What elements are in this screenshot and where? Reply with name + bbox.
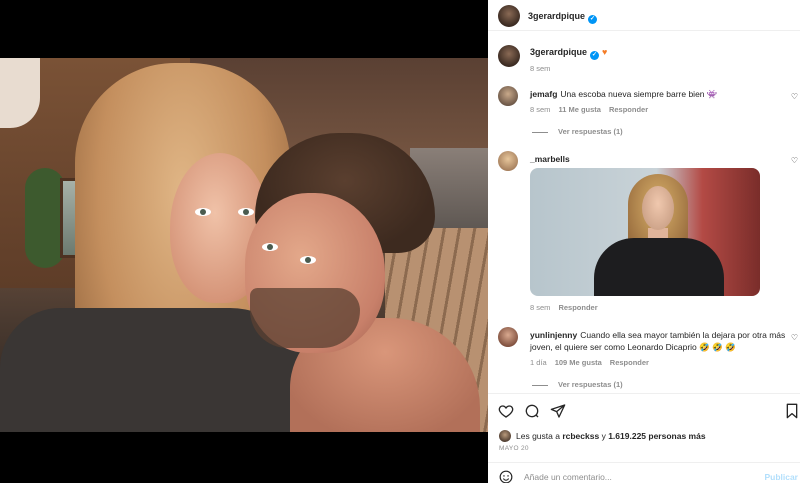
photo-eye (262, 243, 278, 251)
comment-text: jemafg Una escoba nueva siempre barre bie… (530, 88, 780, 100)
view-replies-button[interactable]: Ver respuestas (1) (532, 127, 623, 136)
view-replies-button[interactable]: Ver respuestas (1) (532, 380, 623, 389)
heart-icon[interactable]: ♡ (791, 333, 798, 342)
comment-likes[interactable]: 109 Me gusta (555, 358, 602, 367)
caption-time: 8 sem (530, 64, 551, 73)
comment-meta: 8 sem 11 Me gusta Responder (530, 105, 648, 114)
reply-button[interactable]: Responder (609, 105, 648, 114)
gif-face (642, 186, 674, 230)
post-date: MAYO 20 (499, 445, 529, 452)
gif-body (594, 238, 724, 296)
avatar[interactable] (498, 45, 520, 67)
comment-time: 8 sem (530, 303, 551, 312)
comment-meta: 8 sem Responder (530, 303, 598, 312)
photo-plants (25, 168, 65, 268)
post-panel: 3gerardpique ✓ 3gerardpique ✓ ♥ 8 sem jemaf… (488, 0, 800, 483)
comment-username[interactable]: yunlinjenny (530, 330, 577, 340)
comment-likes[interactable]: 11 Me gusta (558, 105, 601, 114)
comment-username[interactable]: jemafg (530, 89, 557, 99)
add-comment-bar: Añade un comentario... Publicar (488, 462, 800, 483)
comment-meta: 1 día 109 Me gusta Responder (530, 358, 649, 367)
comment-username[interactable]: _marbells (530, 154, 570, 164)
avatar[interactable] (498, 5, 520, 27)
post-photo[interactable] (0, 58, 488, 432)
bookmark-icon[interactable] (784, 403, 800, 419)
post-media (0, 0, 488, 483)
username[interactable]: 3gerardpique (528, 11, 585, 21)
caption-author[interactable]: 3gerardpique ✓ ♥ (530, 47, 607, 60)
photo-eye (195, 208, 211, 216)
photo-eye (300, 256, 316, 264)
photo-man-beard (250, 288, 360, 348)
verified-icon: ✓ (588, 15, 598, 24)
post-header: 3gerardpique ✓ (488, 0, 800, 31)
comment-text: _marbells (530, 153, 573, 165)
post-author[interactable]: 3gerardpique ✓ (528, 11, 598, 24)
likes-user[interactable]: rcbeckss (562, 431, 599, 441)
share-icon[interactable] (550, 403, 566, 419)
comment-body: Una escoba nueva siempre barre bien 👾 (560, 89, 718, 99)
like-icon[interactable] (498, 403, 514, 419)
orange-heart-icon: ♥ (602, 47, 608, 57)
likes-connector: y (601, 431, 606, 441)
emoji-icon[interactable] (499, 470, 513, 483)
likes-count[interactable]: 1.619.225 personas más (608, 431, 705, 441)
avatar[interactable] (498, 327, 518, 347)
heart-icon[interactable]: ♡ (791, 156, 798, 165)
comment-icon[interactable] (524, 403, 540, 419)
action-bar (488, 393, 800, 433)
comment-input[interactable]: Añade un comentario... (524, 472, 612, 482)
reply-button[interactable]: Responder (558, 303, 597, 312)
verified-icon: ✓ (590, 51, 600, 60)
comment-gif[interactable] (530, 168, 760, 296)
reply-button[interactable]: Responder (610, 358, 649, 367)
avatar[interactable] (499, 430, 511, 442)
comment-time: 1 día (530, 358, 547, 367)
avatar[interactable] (498, 151, 518, 171)
username[interactable]: 3gerardpique (530, 47, 587, 57)
comment-text: yunlinjenny Cuando ella sea mayor también… (530, 329, 792, 353)
photo-eye (238, 208, 254, 216)
heart-icon[interactable]: ♡ (791, 92, 798, 101)
publish-button[interactable]: Publicar (764, 472, 798, 482)
likes-prefix: Les gusta a (516, 431, 560, 441)
comment-time: 8 sem (530, 105, 551, 114)
likes-summary[interactable]: Les gusta a rcbeckss y 1.619.225 persona… (516, 431, 706, 441)
avatar[interactable] (498, 86, 518, 106)
